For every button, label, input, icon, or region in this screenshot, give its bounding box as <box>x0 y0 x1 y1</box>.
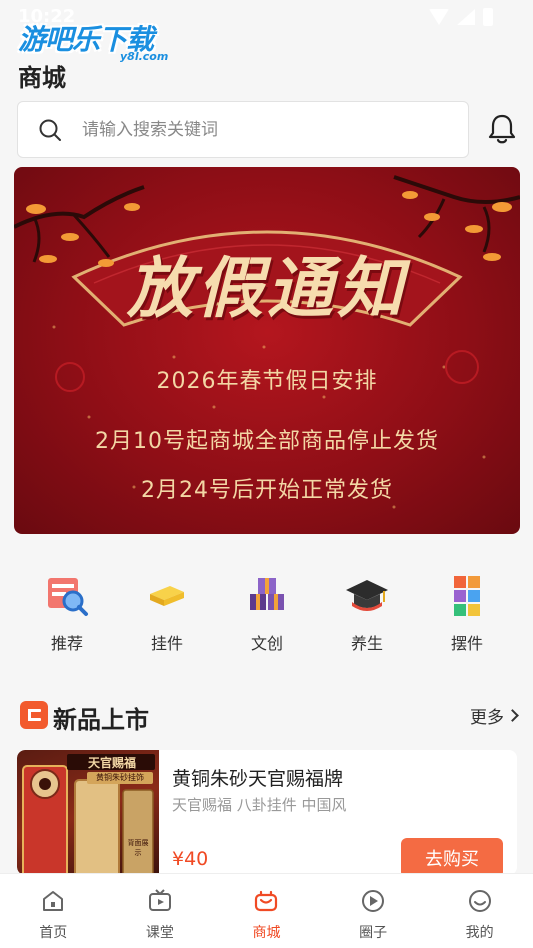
category-cultural[interactable]: 文创 <box>217 572 317 660</box>
wifi-icon <box>429 9 449 25</box>
tab-shop[interactable]: 商城 <box>213 874 320 948</box>
bottom-tab-bar: 首页 课堂 商城 圈子 我的 <box>0 873 533 948</box>
banner-line-2: 2月10号起商城全部商品停止发货 <box>95 429 439 454</box>
pendant-icon <box>150 586 184 606</box>
signal-icon <box>457 9 475 25</box>
new-arrivals-icon <box>20 701 48 729</box>
tab-label: 我的 <box>465 925 494 941</box>
search-box[interactable] <box>17 101 469 158</box>
tab-classroom[interactable]: 课堂 <box>107 874 214 948</box>
product-image-title: 天官赐福 <box>87 756 136 770</box>
product-price: ¥40 <box>172 848 209 870</box>
tab-circle[interactable]: 圈子 <box>320 874 427 948</box>
shop-icon <box>255 890 278 912</box>
tab-label: 课堂 <box>145 925 174 941</box>
chevron-right-icon <box>506 709 519 722</box>
tab-label: 首页 <box>39 925 68 941</box>
watermark-sub: y8l.com <box>120 50 169 63</box>
buy-button[interactable]: 去购买 <box>401 838 503 875</box>
ornament-icon <box>454 576 480 616</box>
tab-home[interactable]: 首页 <box>0 874 107 948</box>
banner-title: 放假通知 <box>127 249 407 327</box>
wellness-icon <box>346 580 388 611</box>
holiday-notice-banner[interactable]: 放假通知 2026年春节假日安排 2月10号起商城全部商品停止发货 2月24号后… <box>14 167 520 534</box>
product-image: 天官赐福 黄铜朱砂挂饰 背面展示 <box>17 750 159 875</box>
classroom-icon <box>148 889 171 911</box>
category-label: 养生 <box>350 634 383 653</box>
product-tags: 天官赐福 八卦挂件 中国风 <box>172 796 347 814</box>
search-icon <box>38 118 62 142</box>
tab-label: 圈子 <box>359 925 388 941</box>
page-title: 商城 <box>18 64 66 92</box>
battery-icon <box>483 8 493 26</box>
more-label: 更多 <box>470 708 504 728</box>
product-image-back-label: 背面展示 <box>127 839 149 857</box>
recommend-icon <box>48 578 88 616</box>
product-image-subtitle: 黄铜朱砂挂饰 <box>96 773 144 782</box>
product-name: 黄铜朱砂天官赐福牌 <box>172 768 344 790</box>
banner-line-3: 2月24号后开始正常发货 <box>141 478 393 503</box>
category-label: 文创 <box>250 634 283 653</box>
notification-bell-icon[interactable] <box>485 112 519 146</box>
product-card[interactable]: 天官赐福 黄铜朱砂挂饰 背面展示 黄铜朱砂天官赐福牌 天官赐福 八卦挂件 中国风… <box>17 750 517 875</box>
cultural-icon <box>250 578 284 610</box>
category-ornament[interactable]: 摆件 <box>417 572 517 660</box>
category-wellness[interactable]: 养生 <box>317 572 417 660</box>
more-link[interactable]: 更多 <box>470 703 519 728</box>
new-arrivals-header: 新品上市 更多 <box>20 700 519 734</box>
category-row: 推荐 挂件 文创 养生 摆件 <box>17 572 517 660</box>
circle-icon <box>362 890 385 912</box>
category-pendant[interactable]: 挂件 <box>117 572 217 660</box>
status-icons <box>429 8 493 26</box>
profile-icon <box>468 890 491 912</box>
tab-profile[interactable]: 我的 <box>426 874 533 948</box>
category-label: 挂件 <box>150 634 183 653</box>
category-recommend[interactable]: 推荐 <box>17 572 117 660</box>
tab-label: 商城 <box>252 925 281 941</box>
home-icon <box>43 891 64 911</box>
banner-line-1: 2026年春节假日安排 <box>156 369 378 394</box>
category-label: 推荐 <box>50 634 83 653</box>
category-label: 摆件 <box>450 634 483 653</box>
search-input[interactable] <box>82 119 422 140</box>
section-title: 新品上市 <box>53 706 149 734</box>
